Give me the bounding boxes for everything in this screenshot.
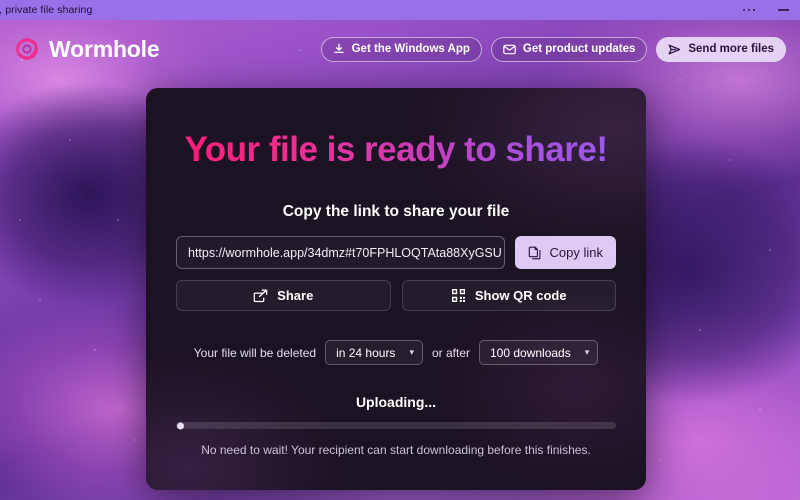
expiry-downloads-select[interactable]: 100 downloads ▾ xyxy=(478,340,599,365)
expiry-prefix-label: Your file will be deleted xyxy=(193,345,317,360)
envelope-icon xyxy=(503,44,516,55)
upload-status-title: Uploading... xyxy=(355,394,437,410)
window-title: mple, private file sharing xyxy=(0,4,93,16)
copy-link-row: https://wormhole.app/34dmz#t70FPHLOQTAta… xyxy=(176,236,616,269)
upload-progress-knob xyxy=(177,422,184,429)
window-titlebar: mple, private file sharing xyxy=(0,0,800,20)
download-icon xyxy=(333,43,345,55)
send-more-files-label: Send more files xyxy=(688,43,774,55)
expiry-conjunction-label: or after xyxy=(431,345,470,360)
share-button[interactable]: Share xyxy=(176,280,391,311)
copy-link-label: Copy link xyxy=(549,245,603,260)
page-title: Your file is ready to share! xyxy=(176,130,616,170)
expiry-time-value: in 24 hours xyxy=(336,345,396,360)
get-windows-app-button[interactable]: Get the Windows App xyxy=(320,36,482,62)
get-product-updates-label: Get product updates xyxy=(522,43,636,55)
upload-progress-bar xyxy=(176,422,616,429)
brand-name: Wormhole xyxy=(49,35,160,62)
brand: Wormhole xyxy=(14,35,160,63)
share-card: Your file is ready to share! Copy the li… xyxy=(146,88,646,490)
expiry-time-select[interactable]: in 24 hours ▾ xyxy=(325,340,423,365)
window-menu-button[interactable] xyxy=(732,0,766,20)
chevron-down-icon: ▾ xyxy=(584,347,590,357)
chevron-down-icon: ▾ xyxy=(409,347,414,357)
get-product-updates-button[interactable]: Get product updates xyxy=(490,36,648,62)
copy-link-button[interactable]: Copy link xyxy=(514,236,616,269)
copy-section-label: Copy the link to share your file xyxy=(282,203,510,220)
paper-plane-icon xyxy=(668,44,681,55)
show-qr-code-button[interactable]: Show QR code xyxy=(401,280,616,311)
copy-icon xyxy=(528,246,542,260)
minimize-icon xyxy=(777,9,789,11)
qr-code-icon xyxy=(451,288,466,303)
expiry-downloads-value: 100 downloads xyxy=(489,345,571,360)
header-actions: Get the Windows App Get product updates … xyxy=(320,36,786,62)
share-button-label: Share xyxy=(277,288,314,303)
share-url-field[interactable]: https://wormhole.app/34dmz#t70FPHLOQTAta… xyxy=(176,236,505,269)
more-dots-icon xyxy=(742,8,756,12)
share-icon xyxy=(253,289,268,303)
upload-status-note: No need to wait! Your recipient can star… xyxy=(201,443,591,457)
window-minimize-button[interactable] xyxy=(766,0,800,20)
secondary-actions-row: Share Show QR code xyxy=(176,280,616,311)
app-header: Wormhole Get the Windows App Get product… xyxy=(0,20,800,78)
wormhole-spiral-logo xyxy=(14,36,40,62)
send-more-files-button[interactable]: Send more files xyxy=(656,36,786,62)
get-windows-app-label: Get the Windows App xyxy=(351,43,470,55)
show-qr-code-label: Show QR code xyxy=(474,288,567,303)
expiry-settings-row: Your file will be deleted in 24 hours ▾ … xyxy=(176,340,616,365)
share-card-content: Your file is ready to share! Copy the li… xyxy=(146,130,646,457)
